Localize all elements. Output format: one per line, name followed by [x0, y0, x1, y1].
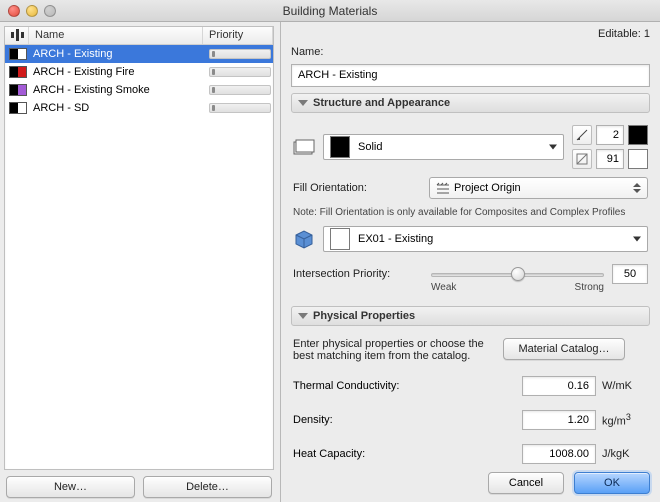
priority-indicator: [209, 49, 271, 59]
surface-name: EX01 - Existing: [358, 233, 433, 245]
titlebar: Building Materials: [0, 0, 660, 22]
intersection-slider[interactable]: Weak Strong: [431, 264, 604, 284]
surface-row: EX01 - Existing: [293, 226, 648, 252]
list-item[interactable]: ARCH - Existing: [5, 45, 273, 63]
physical-panel: Enter physical properties or choose the …: [291, 332, 650, 466]
cut-fill-icon: [293, 136, 315, 158]
section-structure-title: Structure and Appearance: [313, 97, 450, 109]
list-buttons: New… Delete…: [4, 476, 274, 498]
fill-orientation-note: Note: Fill Orientation is only available…: [293, 207, 648, 218]
surface-popup[interactable]: EX01 - Existing: [323, 226, 648, 252]
density-row: Density: 1.20 kg/m3: [293, 410, 648, 430]
disclosure-down-icon: [298, 100, 308, 106]
phys-hint: Enter physical properties or choose the …: [293, 338, 493, 362]
right-panel: Editable: 1 Name: ARCH - Existing Struct…: [280, 22, 660, 502]
list-item[interactable]: ARCH - Existing Fire: [5, 63, 273, 81]
delete-button[interactable]: Delete…: [143, 476, 272, 498]
list-header-name[interactable]: Name: [29, 27, 203, 44]
left-panel: Name Priority ARCH - ExistingARCH - Exis…: [0, 22, 280, 502]
fill-orientation-select[interactable]: Project Origin: [429, 177, 648, 199]
surface-icon: [293, 228, 315, 250]
select-stepper-icon: [631, 181, 643, 195]
intersection-row: Intersection Priority: Weak Strong 50: [293, 264, 648, 298]
bg-pen-swatch[interactable]: [628, 149, 648, 169]
list-item-name: ARCH - SD: [29, 102, 209, 114]
name-label: Name:: [291, 46, 323, 58]
footer: Cancel OK: [291, 472, 650, 494]
material-catalog-button[interactable]: Material Catalog…: [503, 338, 625, 360]
body: Name Priority ARCH - ExistingARCH - Exis…: [0, 22, 660, 502]
name-input[interactable]: ARCH - Existing: [291, 64, 650, 87]
priority-indicator: [209, 67, 271, 77]
window: Building Materials Name Priority ARCH - …: [0, 0, 660, 502]
window-title: Building Materials: [0, 4, 660, 18]
thermal-label: Thermal Conductivity:: [293, 380, 516, 392]
density-input[interactable]: 1.20: [522, 410, 596, 430]
cancel-button[interactable]: Cancel: [488, 472, 564, 494]
slider-strong-label: Strong: [575, 282, 604, 293]
fg-pen-swatch[interactable]: [628, 125, 648, 145]
heat-input[interactable]: 1008.00: [522, 444, 596, 464]
list-header: Name Priority: [5, 27, 273, 45]
thermal-unit: W/mK: [602, 380, 648, 392]
section-structure-header[interactable]: Structure and Appearance: [291, 93, 650, 113]
priority-indicator: [209, 85, 271, 95]
structure-panel: Solid 2 91 Fill Orientation:: [291, 119, 650, 300]
list-item-name: ARCH - Existing Smoke: [29, 84, 209, 96]
density-unit: kg/m3: [602, 412, 648, 428]
swatch-icon: [9, 48, 27, 60]
thermal-row: Thermal Conductivity: 0.16 W/mK: [293, 376, 648, 396]
list-rows: ARCH - Existing ARCH - Existing Fire ARCH …: [5, 45, 273, 469]
section-physical-title: Physical Properties: [313, 310, 415, 322]
fill-popup[interactable]: Solid: [323, 134, 564, 160]
priority-indicator: [209, 103, 271, 113]
swatch-icon: [9, 84, 27, 96]
intersection-label: Intersection Priority:: [293, 268, 423, 280]
section-physical-header[interactable]: Physical Properties: [291, 306, 650, 326]
bg-pen-icon[interactable]: [572, 149, 592, 169]
fill-orientation-label: Fill Orientation:: [293, 182, 423, 194]
heat-row: Heat Capacity: 1008.00 J/kgK: [293, 444, 648, 464]
fill-name: Solid: [358, 141, 382, 153]
pen-grid: 2 91: [572, 125, 648, 169]
list-item-name: ARCH - Existing: [29, 48, 209, 60]
fill-orientation-value: Project Origin: [454, 182, 521, 194]
swatch-icon: [9, 66, 27, 78]
fg-pen-icon[interactable]: [572, 125, 592, 145]
name-row: Name:: [291, 46, 650, 58]
list-item[interactable]: ARCH - Existing Smoke: [5, 81, 273, 99]
list-item-name: ARCH - Existing Fire: [29, 66, 209, 78]
fill-row: Solid 2 91: [293, 125, 648, 169]
list-header-priority[interactable]: Priority: [203, 27, 273, 44]
swatch-icon: [9, 102, 27, 114]
fill-orientation-row: Fill Orientation: Project Origin: [293, 177, 648, 199]
slider-thumb[interactable]: [511, 267, 525, 281]
heat-unit: J/kgK: [602, 448, 648, 460]
fill-swatch: [330, 136, 350, 158]
surface-swatch: [330, 228, 350, 250]
new-button[interactable]: New…: [6, 476, 135, 498]
slider-weak-label: Weak: [431, 282, 456, 293]
bg-pen-input[interactable]: 91: [596, 149, 624, 169]
phys-top-row: Enter physical properties or choose the …: [293, 338, 648, 362]
material-list: Name Priority ARCH - ExistingARCH - Exis…: [4, 26, 274, 470]
heat-label: Heat Capacity:: [293, 448, 516, 460]
density-label: Density:: [293, 414, 516, 426]
editable-count: Editable: 1: [291, 28, 650, 40]
intersection-value[interactable]: 50: [612, 264, 648, 284]
grid-icon: [436, 181, 450, 195]
list-item[interactable]: ARCH - SD: [5, 99, 273, 117]
disclosure-down-icon: [298, 313, 308, 319]
fg-pen-input[interactable]: 2: [596, 125, 624, 145]
thermal-input[interactable]: 0.16: [522, 376, 596, 396]
list-header-icon[interactable]: [5, 27, 29, 44]
chevron-down-icon: [633, 237, 641, 242]
chevron-down-icon: [549, 145, 557, 150]
ok-button[interactable]: OK: [574, 472, 650, 494]
